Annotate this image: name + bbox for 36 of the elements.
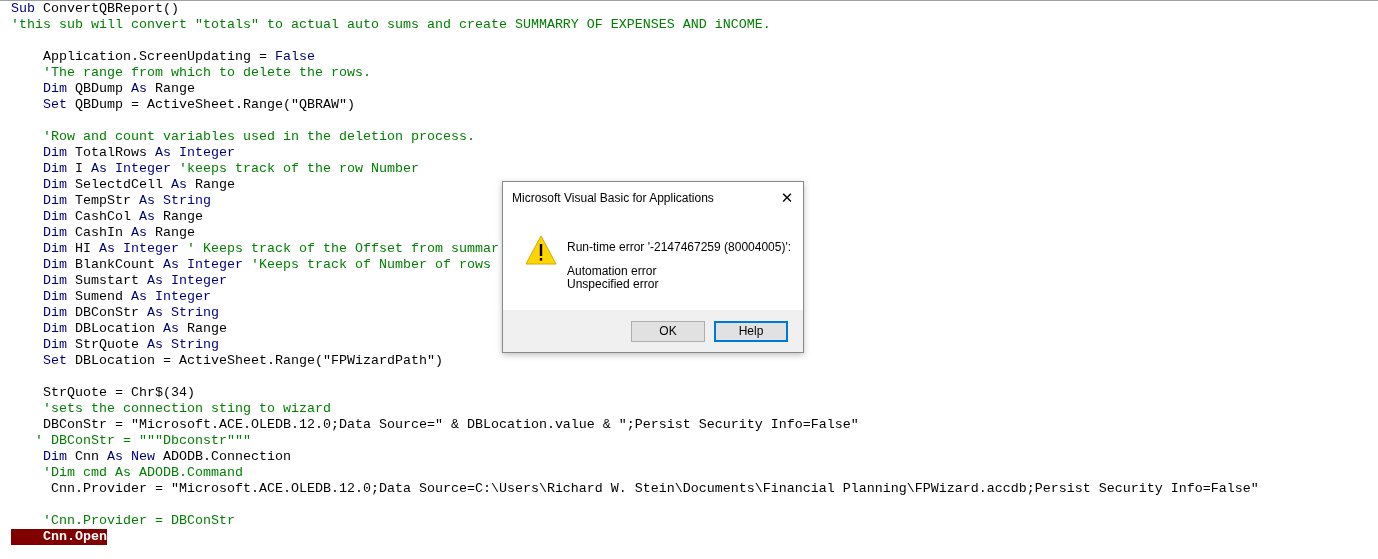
- code-line: Dim Sumstart As Integer: [42, 273, 227, 289]
- code-line: Dim TempStr As String: [42, 193, 211, 209]
- dialog-button[interactable]: OK: [631, 320, 705, 342]
- code-line: Dim DBConStr As String: [42, 305, 219, 321]
- code-line: Set QBDump = ActiveSheet.Range("QBRAW"): [42, 97, 355, 113]
- code-line: Dim CashCol As Range: [42, 209, 203, 225]
- code-line: Dim CashIn As Range: [42, 225, 195, 241]
- code-line: 'Dim cmd As ADODB.Command: [42, 465, 243, 481]
- code-line: Dim DBLocation As Range: [42, 321, 227, 337]
- code-line: Dim StrQuote As String: [42, 337, 219, 353]
- close-button[interactable]: ✕: [772, 182, 802, 213]
- code-line: Cnn.Provider = "Microsoft.ACE.OLEDB.12.0;Data Source=C:\Users\Richard W. Stein\Documents\Financial Planning\FPWizard.accdb;Persist Security Info=False": [50, 481, 1259, 497]
- code-line: Dim SelectdCell As Range: [42, 177, 235, 193]
- dialog-title: Microsoft Visual Basic for Applications: [512, 190, 714, 205]
- dialog-button[interactable]: Help: [714, 320, 788, 342]
- code-line: Dim HI As Integer ' Keeps track of the Offset from summar: [42, 241, 499, 257]
- code-line: Application.ScreenUpdating = False: [42, 49, 315, 65]
- code-line: Dim I As Integer 'keeps track of the row Number: [42, 161, 419, 177]
- code-line: Dim BlankCount As Integer 'Keeps track of Number of rows: [42, 257, 491, 273]
- code-line: StrQuote = Chr$(34): [42, 385, 195, 401]
- code-line: 'this sub will convert "totals" to actual auto sums and create SUMMARRY OF EXPENSES AND iNCOME.: [11, 17, 771, 33]
- code-line: Dim Cnn As New ADODB.Connection: [42, 449, 291, 465]
- error-code-text: Run-time error '-2147467259 (80004005)':: [567, 240, 792, 254]
- code-line: 'Cnn.Provider = DBConStr: [42, 513, 235, 529]
- code-line: Dim QBDump As Range: [42, 81, 195, 97]
- error-message: Automation error Unspecified error: [567, 265, 660, 291]
- code-line: Sub ConvertQBReport(): [11, 1, 179, 17]
- code-line: 'Row and count variables used in the deletion process.: [42, 129, 475, 145]
- code-line: ' DBConStr = """Dbconstr""": [34, 433, 251, 449]
- code-line: 'sets the connection sting to wizard: [42, 401, 331, 417]
- code-line: Dim Sumend As Integer: [42, 289, 211, 305]
- code-line: Set DBLocation = ActiveSheet.Range("FPWizardPath"): [42, 353, 443, 369]
- warning-icon: [525, 235, 557, 265]
- code-line: Dim TotalRows As Integer: [42, 145, 235, 161]
- code-line: DBConStr = "Microsoft.ACE.OLEDB.12.0;Data Source=" & DBLocation.value & ";Persist Security Info=False": [42, 417, 859, 433]
- code-line: 'The range from which to delete the rows.: [42, 65, 371, 81]
